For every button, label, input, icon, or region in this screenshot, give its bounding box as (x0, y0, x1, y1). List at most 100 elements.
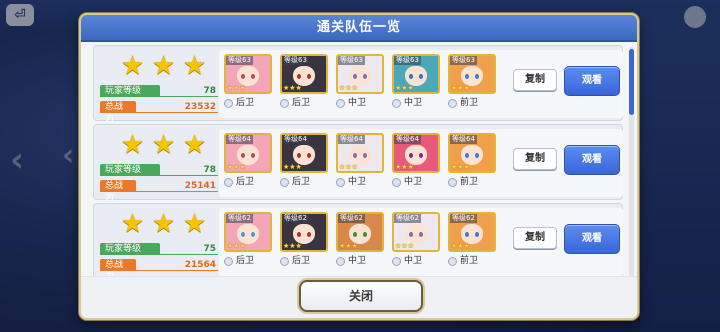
unit-card[interactable]: 等级63 ★★★ 后卫 (224, 54, 272, 109)
unit-card[interactable]: 等级64 ★★★ 后卫 (224, 133, 272, 188)
team-power-value: 21564 (184, 260, 216, 270)
unit-level: 等级63 (450, 56, 477, 65)
unit-position: 前卫 (448, 97, 496, 109)
character-portrait[interactable]: 等级63 ★★★ (448, 54, 496, 94)
star-icon: ★ (182, 209, 207, 239)
unit-star-rank: ★★★ (283, 163, 302, 171)
unit-position-label: 后卫 (236, 177, 255, 187)
team-units: 等级63 ★★★ 后卫 等级63 ★★★ 后卫 等级63 ★★★ 中卫 等级63 ★★★ 中卫 等级63… (224, 54, 496, 109)
character-portrait[interactable]: 等级62 ★★★ (448, 212, 496, 252)
team-power-value: 23532 (184, 102, 216, 112)
character-portrait[interactable]: 等级64 ★★★ (224, 133, 272, 173)
unit-level: 等级63 (226, 56, 253, 65)
unit-position: 后卫 (224, 176, 272, 188)
unit-star-rank: ★★★ (227, 163, 246, 171)
close-button[interactable]: 关闭 (299, 280, 423, 312)
position-icon (224, 256, 233, 266)
portrait-eye (363, 153, 367, 158)
unit-star-rank: ★★★ (395, 242, 414, 250)
unit-level: 等级64 (226, 135, 253, 144)
character-portrait[interactable]: 等级64 ★★★ (336, 133, 384, 173)
unit-position-label: 后卫 (292, 177, 311, 187)
unit-card[interactable]: 等级63 ★★★ 前卫 (448, 54, 496, 109)
clear-rating-stars: ★ ★ ★ (120, 53, 207, 79)
character-portrait[interactable]: 等级64 ★★★ (280, 133, 328, 173)
portrait-eye (419, 232, 423, 237)
view-replay-button[interactable]: 观看 (564, 224, 620, 254)
unit-level: 等级64 (394, 135, 421, 144)
portrait-eye (465, 153, 469, 158)
portrait-eye (465, 74, 469, 79)
scrollbar[interactable] (629, 47, 634, 277)
character-portrait[interactable]: 等级62 ★★★ (280, 212, 328, 252)
star-icon: ★ (120, 130, 145, 160)
character-portrait[interactable]: 等级63 ★★★ (336, 54, 384, 94)
clear-team-list-dialog: 通关队伍一览 ★ ★ ★ 玩家等级 78 总战力 23532 等级63 ★★★ 后卫 等级63 ★★★… (79, 13, 639, 320)
portrait-eye (307, 232, 311, 237)
portrait-eye (251, 153, 255, 158)
unit-position: 后卫 (224, 255, 272, 267)
character-portrait[interactable]: 等级63 ★★★ (280, 54, 328, 94)
unit-star-rank: ★★★ (283, 242, 302, 250)
unit-card[interactable]: 等级64 ★★★ 中卫 (336, 133, 384, 188)
unit-position: 前卫 (448, 255, 496, 267)
view-replay-button[interactable]: 观看 (564, 66, 620, 96)
character-portrait[interactable]: 等级62 ★★★ (392, 212, 440, 252)
unit-position: 中卫 (336, 255, 384, 267)
unit-card[interactable]: 等级63 ★★★ 后卫 (280, 54, 328, 109)
character-portrait[interactable]: 等级62 ★★★ (224, 212, 272, 252)
unit-card[interactable]: 等级64 ★★★ 后卫 (280, 133, 328, 188)
team-row: ★★★玩家等级75总战力21564等级62★★★后卫等级62★★★后卫等级62★… (93, 203, 623, 281)
unit-card[interactable]: 等级62 ★★★ 后卫 (280, 212, 328, 267)
view-replay-button[interactable]: 观看 (564, 145, 620, 175)
unit-level: 等级64 (282, 135, 309, 144)
team-power-stat: 总战力 25141 (100, 180, 218, 203)
team-list[interactable]: ★ ★ ★ 玩家等级 78 总战力 23532 等级63 ★★★ 后卫 等级63 ★★★ 后卫 等级63 ★… (93, 45, 623, 281)
position-icon (392, 98, 401, 108)
unit-star-rank: ★★★ (395, 84, 414, 92)
unit-position: 中卫 (392, 255, 440, 267)
team-power-stat: 总战力21564 (100, 259, 218, 281)
portrait-eye (409, 74, 413, 79)
unit-star-rank: ★★★ (283, 84, 302, 92)
unit-star-rank: ★★★ (339, 242, 358, 250)
character-portrait[interactable]: 等级63 ★★★ (224, 54, 272, 94)
divider (100, 175, 218, 176)
scroll-thumb[interactable] (629, 49, 634, 115)
unit-card[interactable]: 等级62 ★★★ 后卫 (224, 212, 272, 267)
unit-level: 等级63 (338, 56, 365, 65)
player-level-stat: 玩家等级 78 (100, 85, 218, 97)
portrait-eye (363, 74, 367, 79)
player-level-value: 78 (203, 86, 216, 96)
unit-level: 等级63 (394, 56, 421, 65)
player-level-stat: 玩家等级 78 (100, 164, 218, 176)
dialog-footer: 关闭 (81, 276, 637, 318)
copy-team-button[interactable]: 复制 (513, 69, 557, 91)
position-icon (280, 256, 289, 266)
unit-level: 等级62 (226, 214, 253, 223)
unit-card[interactable]: 等级63 ★★★ 中卫 (336, 54, 384, 109)
unit-card[interactable]: 等级62 ★★★ 前卫 (448, 212, 496, 267)
character-portrait[interactable]: 等级63 ★★★ (392, 54, 440, 94)
position-icon (336, 98, 345, 108)
position-icon (224, 177, 233, 187)
unit-card[interactable]: 等级64 ★★★ 中卫 (392, 133, 440, 188)
copy-team-button[interactable]: 复制 (513, 148, 557, 170)
unit-star-rank: ★★★ (227, 84, 246, 92)
character-portrait[interactable]: 等级64 ★★★ (448, 133, 496, 173)
position-icon (336, 177, 345, 187)
character-portrait[interactable]: 等级62 ★★★ (336, 212, 384, 252)
unit-card[interactable]: 等级62 ★★★ 中卫 (392, 212, 440, 267)
portrait-eye (251, 74, 255, 79)
unit-card[interactable]: 等级62 ★★★ 中卫 (336, 212, 384, 267)
team-power-value: 25141 (184, 181, 216, 191)
copy-team-button[interactable]: 复制 (513, 227, 557, 249)
clear-rating-stars: ★ ★ ★ (120, 130, 207, 160)
player-level-value: 75 (203, 244, 216, 254)
unit-level: 等级62 (394, 214, 421, 223)
unit-card[interactable]: 等级63 ★★★ 中卫 (392, 54, 440, 109)
position-icon (448, 256, 457, 266)
unit-card[interactable]: 等级64 ★★★ 前卫 (448, 133, 496, 188)
character-portrait[interactable]: 等级64 ★★★ (392, 133, 440, 173)
unit-position: 后卫 (280, 176, 328, 188)
